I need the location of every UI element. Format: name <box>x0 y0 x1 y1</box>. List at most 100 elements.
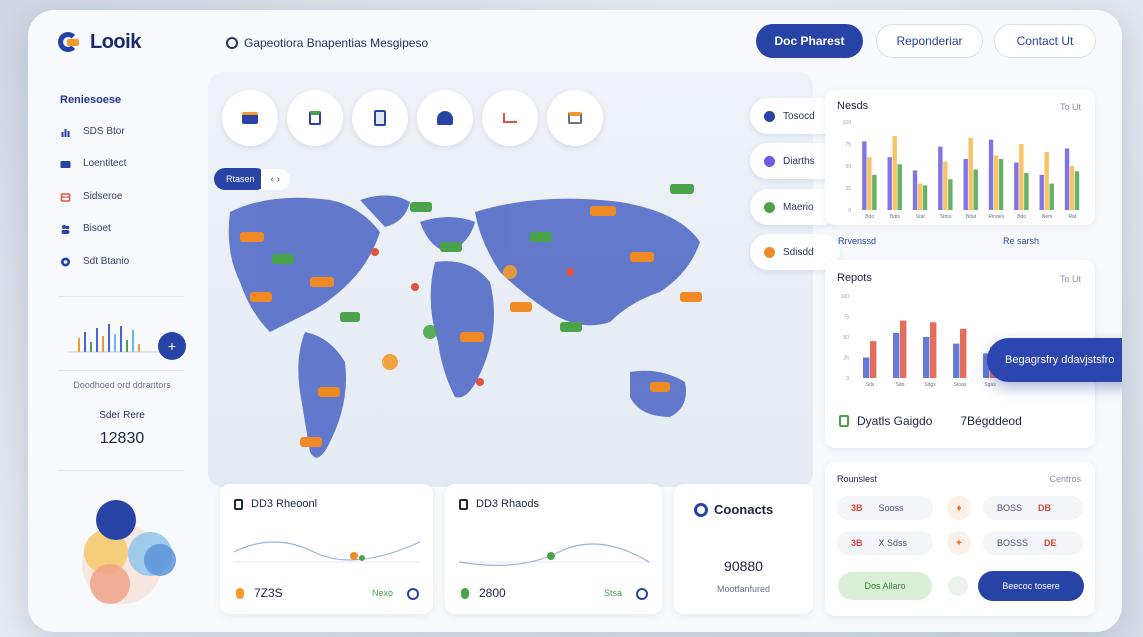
reports-button[interactable]: Reponderiar <box>876 24 983 58</box>
stat-label: Sder Rere <box>99 410 145 421</box>
sidebar-item-3[interactable]: Sidseroe <box>60 191 122 202</box>
chart-meta: To Ut <box>1059 274 1081 284</box>
bar[interactable] <box>862 141 867 210</box>
logo-text: Looik <box>90 30 141 53</box>
x-tick-label: Nem <box>1042 214 1053 220</box>
booking-label: BOSSS <box>997 538 1029 548</box>
contact-button[interactable]: Contact Ut <box>994 24 1096 58</box>
add-button[interactable]: + <box>158 332 186 360</box>
category-button-1[interactable] <box>222 90 278 146</box>
bar[interactable] <box>872 174 877 210</box>
card-title: Rounslest <box>837 474 878 484</box>
sidebar-item-1[interactable]: SDS Btor <box>60 126 125 137</box>
bar[interactable] <box>998 158 1004 210</box>
doc-icon <box>234 498 243 510</box>
y-tick-label: 25 <box>845 186 851 192</box>
bar[interactable] <box>863 357 870 379</box>
bar[interactable] <box>938 146 943 210</box>
bar[interactable] <box>867 157 872 210</box>
bar[interactable] <box>1014 162 1019 210</box>
category-button-5[interactable] <box>482 90 538 146</box>
circle-icon <box>226 37 238 49</box>
bar[interactable] <box>1039 174 1044 210</box>
contacts-title-text: Coonacts <box>714 502 774 517</box>
bell-icon[interactable]: ♦ <box>947 496 971 520</box>
bar[interactable] <box>948 179 953 210</box>
bar[interactable] <box>870 341 877 378</box>
booking-row-2[interactable]: BOSS DB <box>983 496 1083 520</box>
bar[interactable] <box>960 328 967 378</box>
sun-icon[interactable]: ✦ <box>947 531 971 555</box>
sidebar-item-4[interactable]: Bisoet <box>60 223 111 234</box>
legend-dot-icon <box>764 246 775 258</box>
bar[interactable] <box>897 164 902 210</box>
y-tick-label: 25 <box>843 356 849 362</box>
bar[interactable] <box>1064 148 1070 210</box>
bar[interactable] <box>1044 151 1049 210</box>
x-tick-label: Sdgs <box>924 382 936 388</box>
floating-action-pill[interactable]: Begagrsfry ddavjstsfro <box>987 338 1122 382</box>
bar[interactable] <box>1019 144 1024 210</box>
leaf-icon[interactable] <box>948 576 968 596</box>
bar[interactable] <box>893 332 900 378</box>
sidebar-item-5[interactable]: Sdt Btanio <box>60 256 129 267</box>
bar[interactable] <box>943 161 948 210</box>
y-tick-label: 100 <box>841 294 850 300</box>
bar[interactable] <box>1069 166 1075 210</box>
chart-link-left[interactable]: Rrvenssd <box>838 236 876 246</box>
sidebar-item-label: Sdt Btanio <box>83 256 130 267</box>
bar[interactable] <box>900 320 907 378</box>
globe-icon <box>61 257 70 266</box>
card-footer: 7Z3S <box>236 586 283 600</box>
x-tick-label: Stmo <box>940 214 952 220</box>
divider <box>58 370 184 371</box>
y-tick-label: 0 <box>846 376 849 382</box>
category-button-6[interactable] <box>547 90 603 146</box>
bar[interactable] <box>988 139 994 210</box>
bar[interactable] <box>917 183 923 210</box>
contacts-icon <box>694 502 708 517</box>
bar[interactable] <box>968 137 973 210</box>
tagline-text: Gapeotiora Bnapentias Mesgipeso <box>244 36 429 50</box>
bar[interactable] <box>923 337 930 378</box>
chart-link-right[interactable]: Re sarsh <box>1003 236 1039 246</box>
world-map[interactable] <box>210 182 720 477</box>
brand-logo[interactable]: Looik <box>58 30 141 54</box>
bar[interactable] <box>892 136 897 210</box>
sidebar-item-label: Sidseroe <box>83 191 123 202</box>
bar[interactable] <box>973 169 978 210</box>
settings-icon[interactable] <box>636 588 648 600</box>
primary-action-button[interactable]: Doc Pharest <box>756 24 863 58</box>
legend-dot-icon <box>764 201 775 213</box>
booking-num: 3B <box>851 538 863 548</box>
booking-row-4[interactable]: BOSSS DE <box>983 531 1083 555</box>
x-tick-label: Rinden <box>988 214 1004 220</box>
category-button-3[interactable] <box>352 90 408 146</box>
trend-sparkline <box>459 543 649 566</box>
sidebar-item-2[interactable]: Loentitect <box>60 158 126 169</box>
bar[interactable] <box>1024 173 1029 210</box>
bar[interactable] <box>922 185 928 210</box>
settings-icon[interactable] <box>407 588 419 600</box>
category-button-2[interactable] <box>287 90 343 146</box>
book-now-button[interactable]: Beecoc tosere <box>978 571 1084 601</box>
sidebar-sparkline <box>68 324 168 353</box>
shop-icon <box>60 192 71 202</box>
bar[interactable] <box>1074 171 1080 210</box>
card-value: 2800 <box>479 586 506 600</box>
booking-row-3[interactable]: 3B X Sdss <box>837 531 933 555</box>
legend-label: Sdisdd <box>783 246 814 258</box>
bar[interactable] <box>912 170 918 210</box>
bar[interactable] <box>887 157 892 210</box>
bar[interactable] <box>930 322 937 378</box>
footer-tag: Dyatls Gaigdo <box>857 414 933 428</box>
bar[interactable] <box>993 155 999 210</box>
booking-row-1[interactable]: 3B Sooss <box>837 496 933 520</box>
bar[interactable] <box>953 343 960 378</box>
footer-value: 7Bégddeod <box>960 414 1022 428</box>
bar[interactable] <box>1049 183 1054 210</box>
bar-chart-1: 0 25 50 75 100 Bdo Bdts Stat Stmo Bdat Rinden Bdo Ne… <box>843 120 1080 220</box>
accept-button[interactable]: Dos Allaro <box>838 572 932 600</box>
category-button-4[interactable] <box>417 90 473 146</box>
bar[interactable] <box>963 158 968 210</box>
